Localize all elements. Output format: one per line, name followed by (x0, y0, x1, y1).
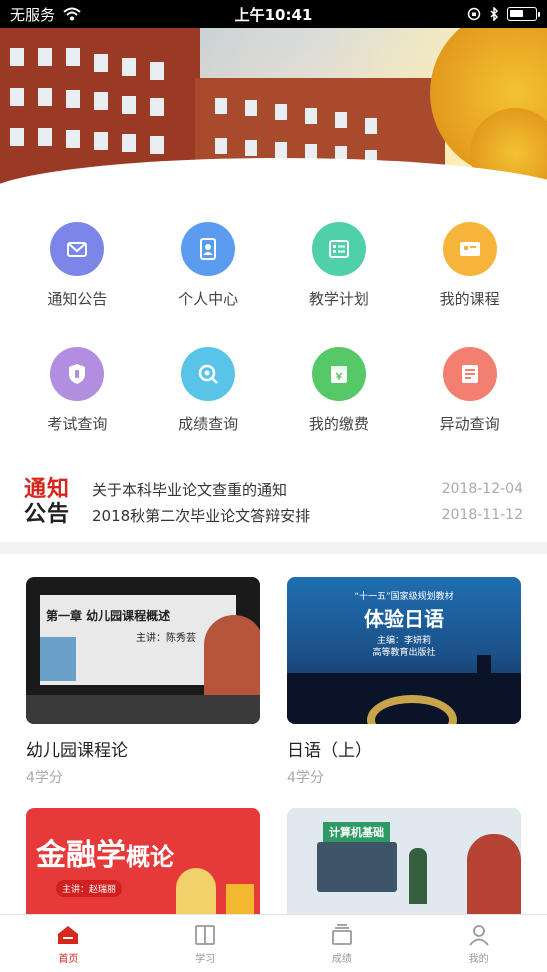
menu-label: 考试查询 (47, 415, 108, 433)
thumb-presenter (467, 834, 521, 914)
carrier-label: 无服务 (10, 5, 56, 24)
course-thumbnail: 第一章 幼儿园课程概述 主讲：陈秀芸 (26, 577, 260, 724)
thumb-heading-b: 概论 (126, 843, 174, 871)
menu-my-courses[interactable]: 我的课程 (415, 222, 525, 309)
tab-label: 首页 (58, 953, 79, 965)
notice-section: 通知 公告 关于本科毕业论文查重的通知 2018-12-04 2018秋第二次毕… (0, 466, 547, 538)
exam-shield-icon (50, 347, 105, 401)
home-icon (58, 925, 79, 944)
tab-study[interactable]: 学习 (165, 923, 245, 965)
function-grid: 通知公告 个人中心 教学计划 我的课程 考试查询 成绩查询 我的缴费 异动查询 (0, 222, 547, 434)
menu-label: 我的缴费 (308, 415, 369, 433)
course-card[interactable]: 第一章 幼儿园课程概述 主讲：陈秀芸 幼儿园课程论 4学分 (26, 577, 260, 787)
user-icon (468, 924, 489, 946)
book-icon (195, 924, 216, 945)
person-badge-icon (181, 222, 236, 276)
thumb-coins (226, 884, 254, 914)
bluetooth-icon (490, 7, 499, 21)
menu-exam-query[interactable]: 考试查询 (22, 347, 132, 434)
course-card[interactable]: 计算机基础 (287, 808, 521, 914)
notice-logo-line2: 公告 (24, 502, 71, 527)
wifi-icon (63, 7, 81, 21)
function-row-1: 通知公告 个人中心 教学计划 我的课程 (0, 222, 547, 309)
thumb-heading: 第一章 幼儿园课程概述 (46, 609, 171, 623)
campus-banner[interactable] (0, 28, 547, 198)
course-credit: 4学分 (287, 770, 324, 786)
notice-logo-line1: 通知 (24, 477, 71, 502)
status-bar: 无服务 上午10:41 (0, 0, 547, 28)
stack-icon (331, 923, 352, 945)
notice-title: 2018秋第二次毕业论文答辩安排 (92, 506, 311, 525)
course-card[interactable]: “十一五”国家级规划教材 体验日语 主编：李妍莉 高等教育出版社 日语（上） 4… (287, 577, 521, 787)
course-card-icon (442, 222, 497, 276)
thumb-figure (176, 868, 216, 914)
notice-date: 2018-11-12 (441, 507, 523, 523)
thumb-heading: 计算机基础 (323, 822, 390, 842)
thumb-heading-a: 金融学 (36, 838, 126, 873)
menu-personal-center[interactable]: 个人中心 (153, 222, 263, 309)
bottom-tab-bar: 首页 学习 成绩 我的 (0, 914, 547, 972)
course-thumbnail: 金融学概论 主讲：赵瑞丽 (26, 808, 260, 914)
course-title: 日语（上） (287, 741, 372, 761)
notice-logo: 通知 公告 (24, 476, 76, 528)
notice-date: 2018-12-04 (441, 481, 523, 497)
menu-grade-query[interactable]: 成绩查询 (153, 347, 263, 434)
menu-label: 教学计划 (308, 290, 369, 308)
envelope-icon (50, 222, 105, 276)
change-record-icon (442, 347, 497, 401)
battery-icon (507, 7, 540, 21)
menu-notice[interactable]: 通知公告 (22, 222, 132, 309)
thumb-sub: 主讲：赵瑞丽 (56, 880, 123, 897)
thumb-sub: 主讲：陈秀芸 (136, 633, 196, 644)
thumb-top: “十一五”国家级规划教材 (354, 592, 454, 602)
menu-label: 成绩查询 (178, 415, 239, 433)
menu-label: 个人中心 (178, 290, 239, 308)
thumb-tower (477, 655, 491, 724)
status-left: 无服务 (10, 4, 81, 25)
course-card[interactable]: 金融学概论 主讲：赵瑞丽 (26, 808, 260, 914)
tab-label: 学习 (195, 953, 216, 965)
thumb-easel (40, 637, 76, 681)
status-right (467, 7, 540, 21)
menu-label: 异动查询 (439, 415, 500, 433)
menu-my-payment[interactable]: 我的缴费 (284, 347, 394, 434)
thumb-heading: 金融学概论 (36, 830, 174, 874)
course-title: 幼儿园课程论 (26, 741, 128, 761)
notice-title: 关于本科毕业论文查重的通知 (92, 480, 288, 499)
plan-list-icon (311, 222, 366, 276)
notice-item[interactable]: 关于本科毕业论文查重的通知 2018-12-04 (92, 476, 523, 502)
course-credit: 4学分 (26, 770, 63, 786)
section-divider (0, 542, 547, 554)
battery-level (510, 10, 523, 17)
tab-mine[interactable]: 我的 (439, 923, 519, 965)
tab-label: 成绩 (331, 953, 352, 965)
status-time: 上午10:41 (234, 5, 313, 24)
menu-teaching-plan[interactable]: 教学计划 (284, 222, 394, 309)
orientation-lock-icon (467, 7, 481, 21)
thumb-laptop (317, 842, 397, 892)
function-row-2: 考试查询 成绩查询 我的缴费 异动查询 (0, 347, 547, 434)
thumb-figure (409, 848, 427, 904)
payment-icon (311, 347, 366, 401)
menu-change-query[interactable]: 异动查询 (415, 347, 525, 434)
thumb-desk (26, 695, 260, 724)
course-thumbnail: 计算机基础 (287, 808, 521, 914)
notice-list: 关于本科毕业论文查重的通知 2018-12-04 2018秋第二次毕业论文答辩安… (92, 476, 523, 528)
course-thumbnail: “十一五”国家级规划教材 体验日语 主编：李妍莉 高等教育出版社 (287, 577, 521, 724)
menu-label: 我的课程 (439, 290, 500, 308)
tab-home[interactable]: 首页 (28, 923, 108, 965)
tab-label: 我的 (468, 953, 489, 965)
tab-grades[interactable]: 成绩 (302, 923, 382, 965)
menu-label: 通知公告 (47, 290, 108, 308)
notice-item[interactable]: 2018秋第二次毕业论文答辩安排 2018-11-12 (92, 502, 523, 528)
grade-search-icon (181, 347, 236, 401)
thumb-heading: 体验日语 (364, 607, 444, 631)
